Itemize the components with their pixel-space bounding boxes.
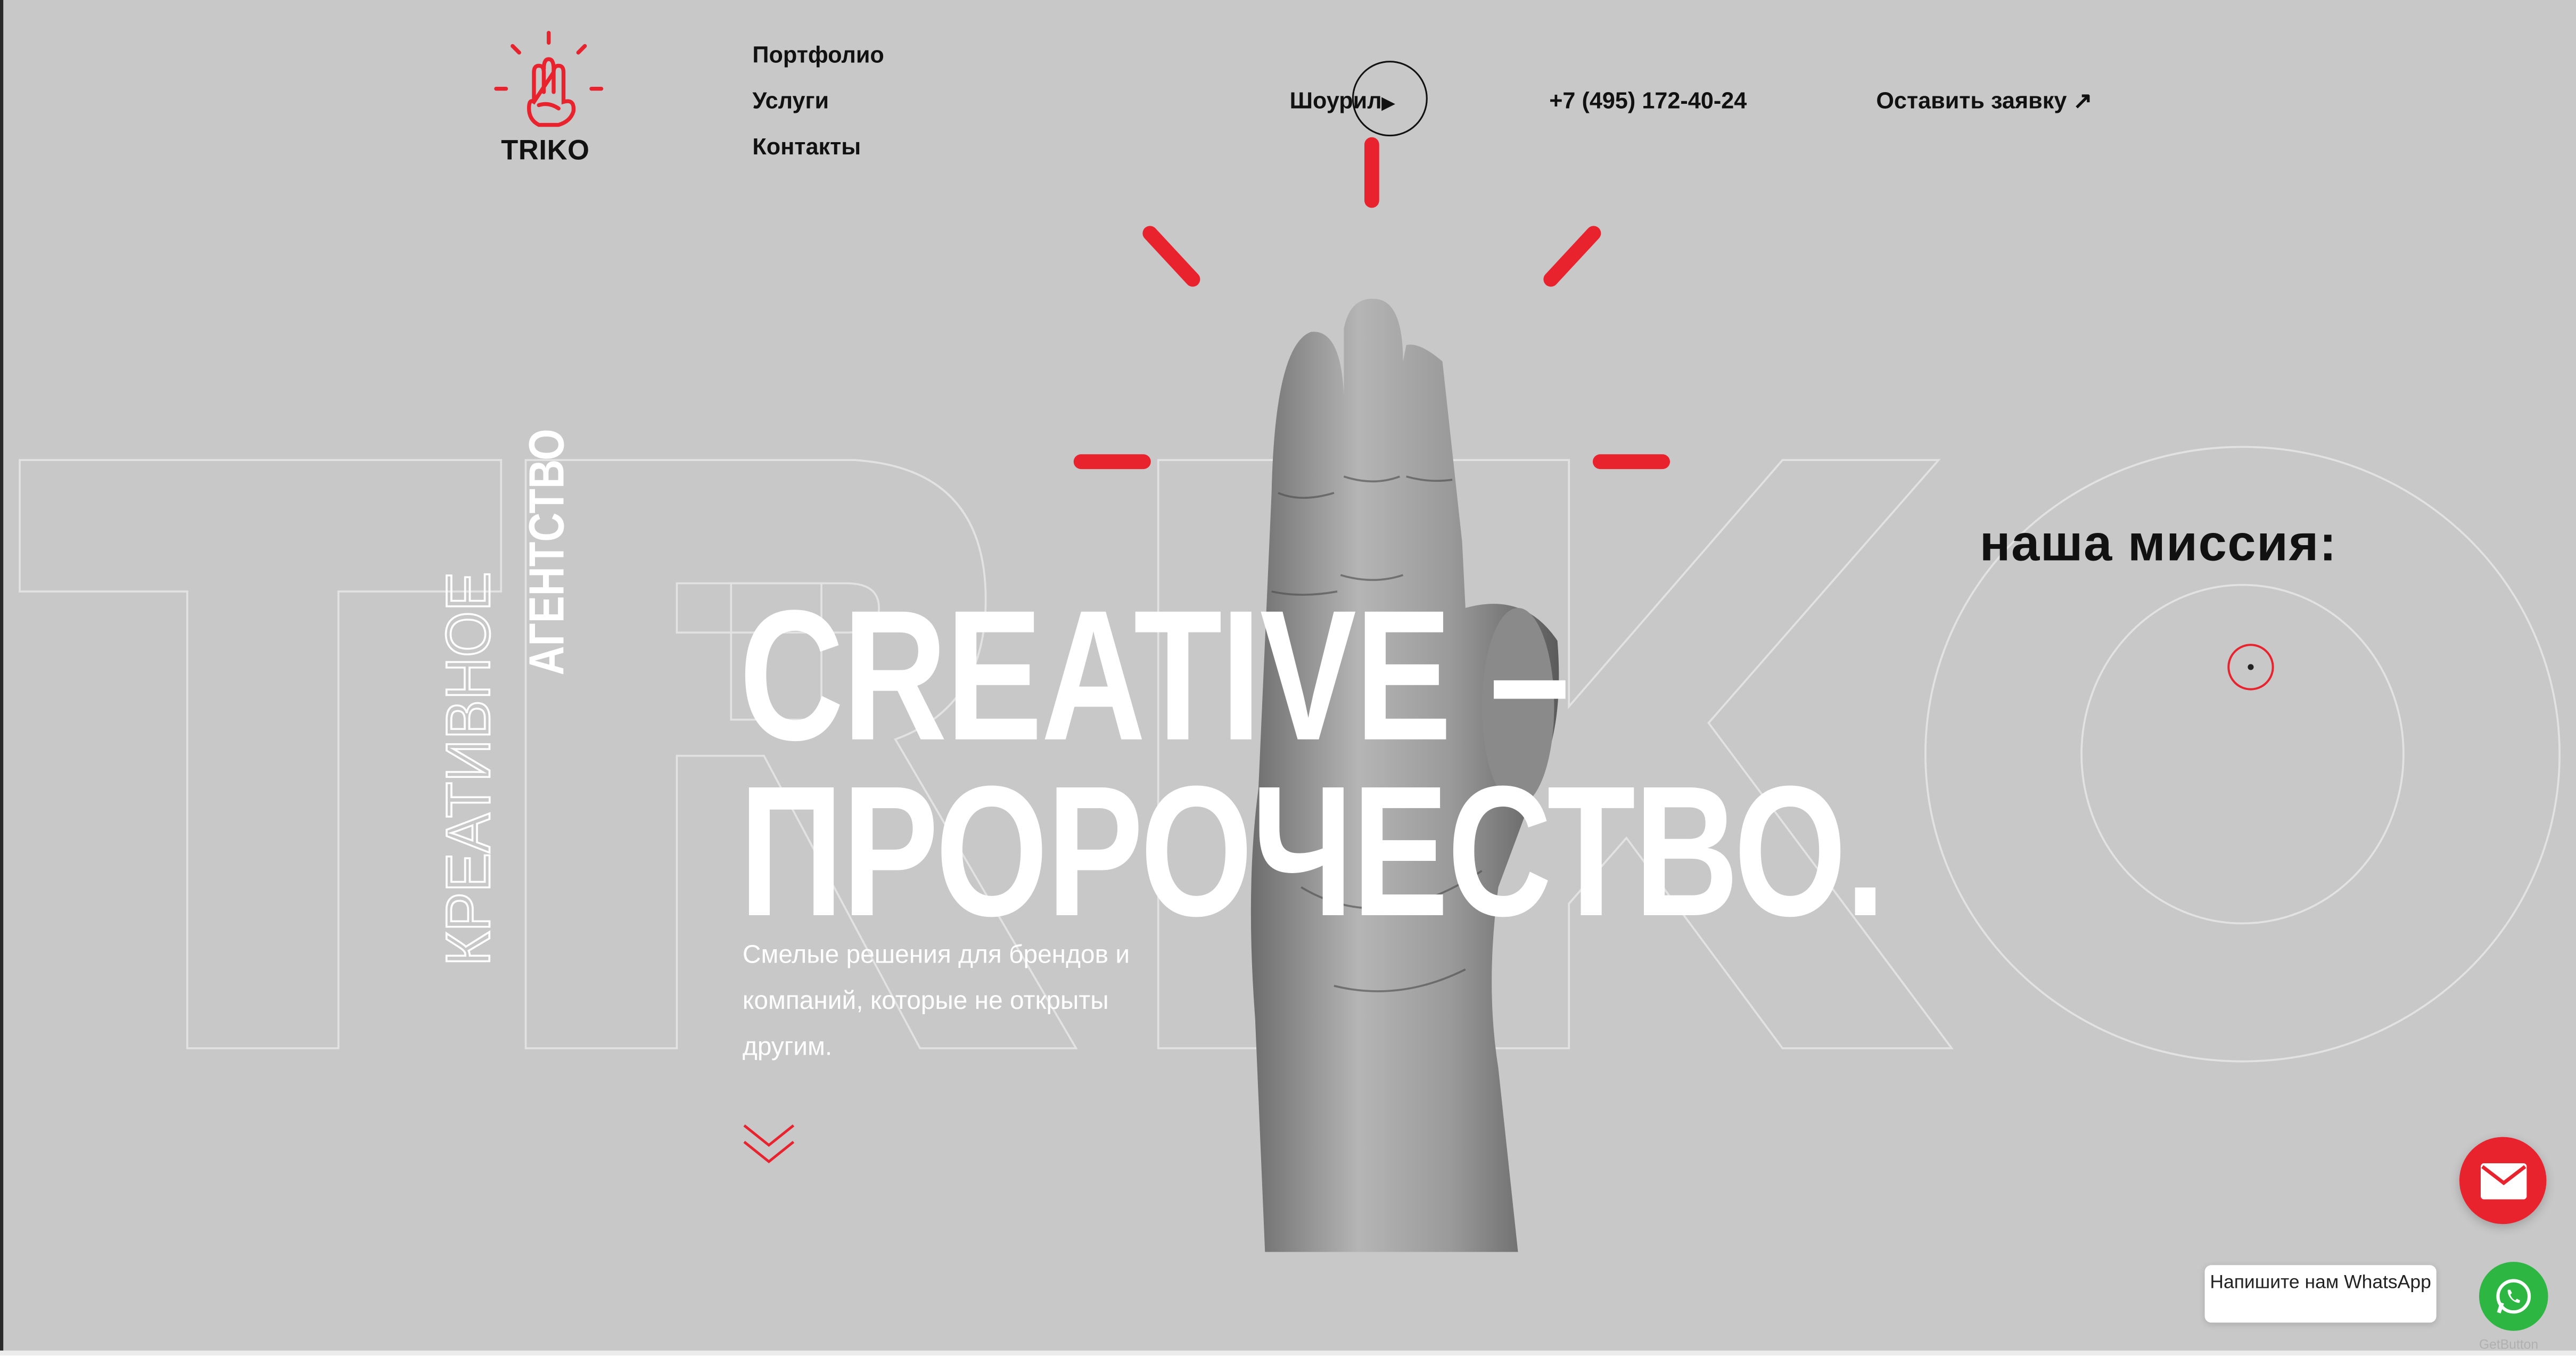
whatsapp-button[interactable]: [2479, 1262, 2548, 1331]
mission-title: наша миссия:: [1979, 514, 2338, 572]
logo-text[interactable]: TRIKO: [501, 135, 589, 168]
red-rays-icon: [1073, 137, 1670, 470]
play-icon: ▶: [1381, 95, 1395, 113]
whatsapp-icon: [2496, 1279, 2531, 1314]
phone-link[interactable]: +7 (495) 172-40-24: [1549, 87, 1747, 113]
request-button[interactable]: Оставить заявку ↗: [1876, 87, 2092, 115]
hero-subtext: Смелые решения для брендов и компаний, к…: [742, 941, 1130, 1062]
nav-portfolio[interactable]: Портфолио: [752, 41, 884, 67]
headline-line-1: CREATIVE –: [739, 571, 1570, 779]
getbutton-credit[interactable]: GetButton: [2479, 1337, 2538, 1352]
vertical-agency-text: АГЕНТСТВО: [519, 429, 572, 675]
headline-line-2: ПРОРОЧЕСТВО.: [739, 747, 1886, 955]
whatsapp-prompt-text: Напишите нам WhatsApp: [2210, 1273, 2431, 1293]
envelope-icon: [2481, 1163, 2527, 1199]
page: TRIKO Портфолио Услуги Контакты Шоурил▶ …: [0, 0, 2576, 1356]
showroom-link[interactable]: Шоурил▶: [1290, 87, 1395, 113]
target-dot-icon[interactable]: [2226, 643, 2276, 692]
showroom-label: Шоурил: [1289, 87, 1382, 113]
nav-services[interactable]: Услуги: [752, 87, 829, 113]
nav-contacts[interactable]: Контакты: [752, 133, 861, 159]
vertical-agency-label: АГЕНТСТВО: [519, 429, 572, 675]
whatsapp-prompt-bubble[interactable]: Напишите нам WhatsApp: [2204, 1265, 2437, 1323]
chevron-double-down-icon[interactable]: [743, 1121, 795, 1170]
vertical-creative-label: КРЕАТИВНОЕ: [433, 572, 500, 966]
vertical-creative-text: КРЕАТИВНОЕ: [432, 571, 500, 967]
email-contact-button[interactable]: [2459, 1137, 2547, 1224]
